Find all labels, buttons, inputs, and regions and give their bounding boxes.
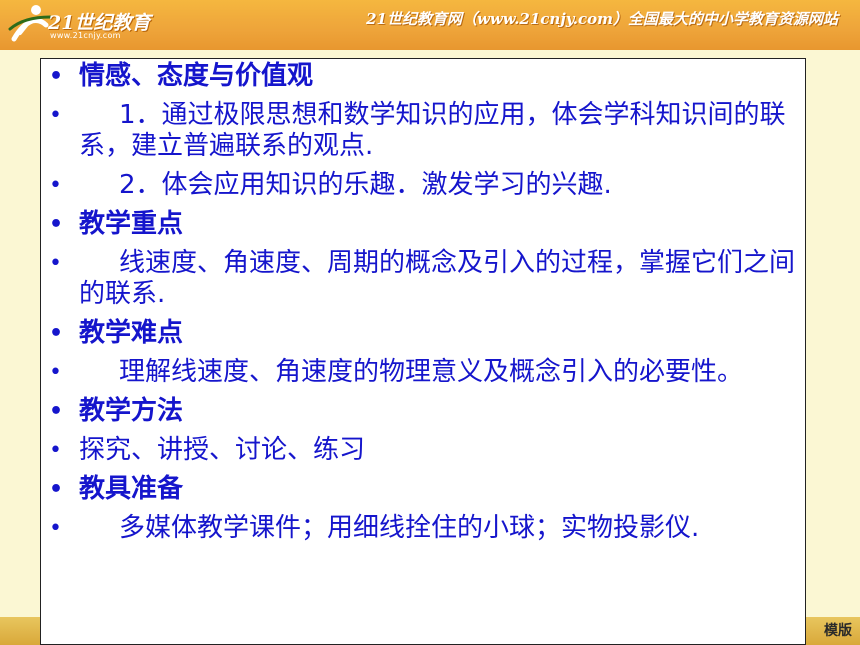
item-text: 多媒体教学课件；用细线拴住的小球；实物投影仪. (119, 513, 700, 543)
bullet-dot: • (49, 321, 64, 346)
list-item: • 2．体会应用知识的乐趣．激发学习的兴趣. (49, 170, 797, 201)
list-item: • 教学方法 (49, 396, 797, 427)
bullet-dot: • (49, 212, 64, 237)
list-item: • 教学难点 (49, 318, 797, 349)
edition-label: 模版 (824, 623, 852, 639)
bullet-list: • 情感、态度与价值观 • 1．通过极限思想和数学知识的应用，体会学科知识间的联系，… (49, 61, 797, 544)
runner-icon (8, 5, 52, 42)
bullet-dot: • (49, 399, 64, 424)
item-text: 理解线速度、角速度的物理意义及概念引入的必要性。 (119, 357, 744, 387)
top-banner: 21世纪教育 www.21cnjy.com 21世纪教育网（www.21cnjy… (0, 0, 860, 50)
bullet-dot: • (49, 477, 64, 502)
item-text: 教学难点 (79, 318, 184, 348)
item-text: 1．通过极限思想和数学知识的应用，体会学科知识间的联系，建立普遍联系的观点. (79, 100, 786, 161)
list-item: • 多媒体教学课件；用细线拴住的小球；实物投影仪. (49, 513, 797, 544)
list-item: • 探究、讲授、讨论、练习 (49, 435, 797, 466)
item-text: 教学方法 (79, 396, 184, 426)
bullet-dot: • (49, 64, 64, 89)
list-item: • 情感、态度与价值观 (49, 61, 797, 92)
item-text: 2．体会应用知识的乐趣．激发学习的兴趣. (119, 170, 612, 200)
slide: 21世纪教育 www.21cnjy.com 21世纪教育网（www.21cnjy… (0, 0, 860, 645)
list-item: • 1．通过极限思想和数学知识的应用，体会学科知识间的联系，建立普遍联系的观点. (49, 100, 797, 162)
item-text: 情感、态度与价值观 (79, 61, 314, 91)
logo-url[interactable]: www.21cnjy.com (50, 31, 121, 40)
bullet-dot: • (49, 251, 62, 276)
bullet-dot: • (49, 360, 62, 385)
item-text: 线速度、角速度、周期的概念及引入的过程，掌握它们之间的联系. (79, 248, 796, 309)
list-item: • 线速度、角速度、周期的概念及引入的过程，掌握它们之间的联系. (49, 248, 797, 310)
bullet-dot: • (49, 103, 62, 128)
item-text: 教具准备 (79, 474, 184, 504)
site-tagline: 21世纪教育网（www.21cnjy.com）全国最大的中小学教育资源网站 (366, 10, 838, 28)
bullet-dot: • (49, 173, 62, 198)
bullet-dot: • (49, 438, 62, 463)
item-text: 探究、讲授、讨论、练习 (79, 435, 366, 465)
list-item: • 理解线速度、角速度的物理意义及概念引入的必要性。 (49, 357, 797, 388)
content-box: • 情感、态度与价值观 • 1．通过极限思想和数学知识的应用，体会学科知识间的联系，… (40, 58, 806, 645)
list-item: • 教具准备 (49, 474, 797, 505)
bullet-dot: • (49, 516, 62, 541)
item-text: 教学重点 (79, 209, 184, 239)
list-item: • 教学重点 (49, 209, 797, 240)
